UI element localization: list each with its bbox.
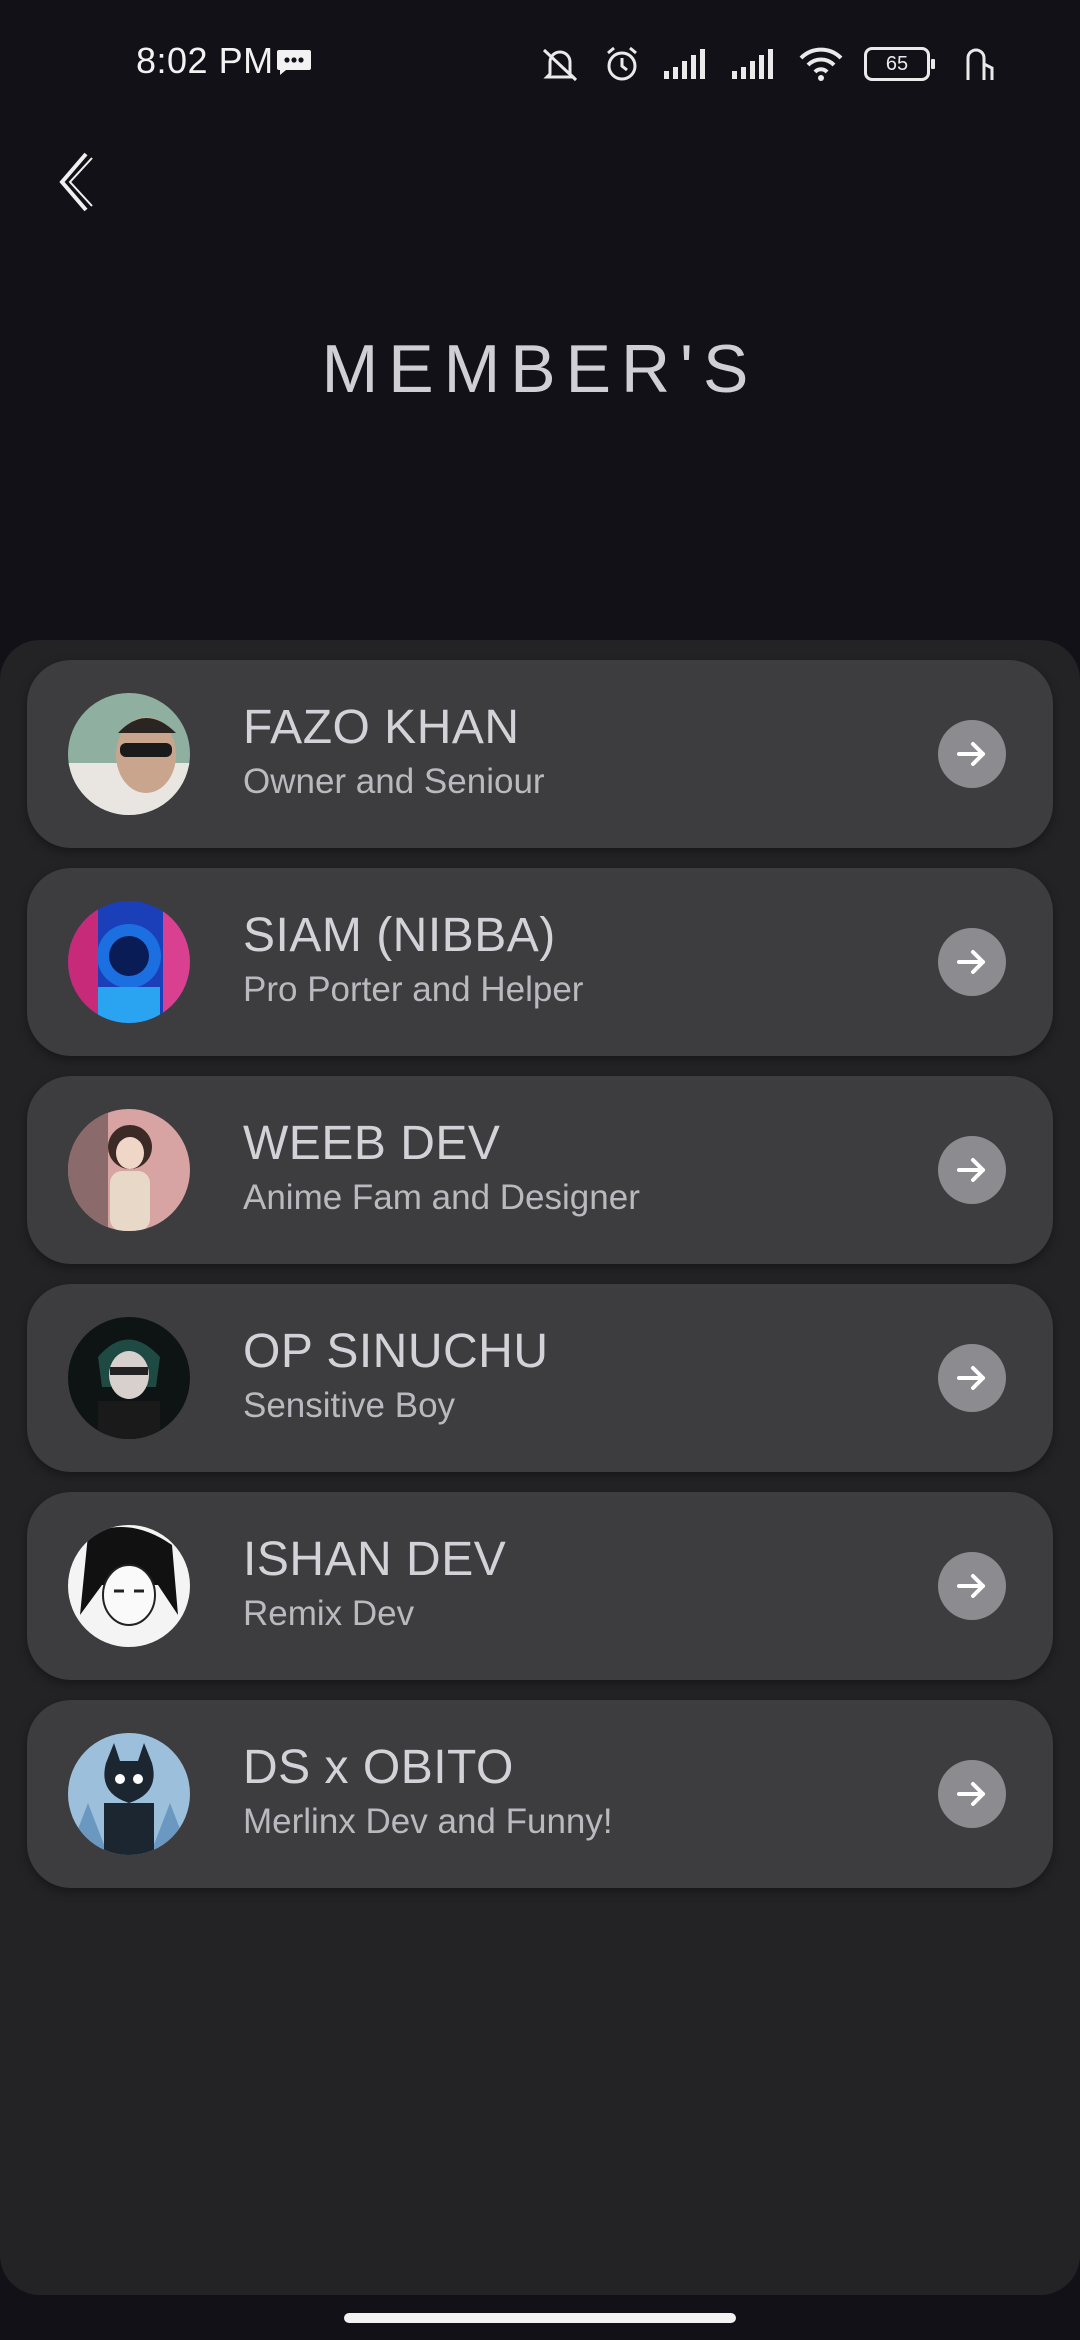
signal-icon <box>732 49 773 79</box>
member-name: OP SINUCHU <box>243 1325 549 1378</box>
open-member-button[interactable] <box>938 1552 1006 1620</box>
home-indicator[interactable] <box>344 2313 736 2323</box>
open-member-button[interactable] <box>938 1344 1006 1412</box>
battery-level: 65 <box>885 52 909 75</box>
avatar <box>68 1733 190 1855</box>
arrow-right-icon <box>957 950 985 974</box>
member-role: Pro Porter and Helper <box>243 970 584 1009</box>
open-member-button[interactable] <box>938 720 1006 788</box>
member-role: Sensitive Boy <box>243 1386 456 1425</box>
arrow-right-icon <box>957 1366 985 1390</box>
member-role: Anime Fam and Designer <box>243 1178 640 1217</box>
avatar <box>68 1317 190 1439</box>
status-time: 8:02 PM <box>136 40 274 81</box>
member-card[interactable]: SIAM (NIBBA) Pro Porter and Helper <box>27 868 1053 1056</box>
avatar <box>68 693 190 815</box>
status-icons: 65 <box>538 40 1000 88</box>
member-name: DS x OBITO <box>243 1741 514 1794</box>
member-name: ISHAN DEV <box>243 1533 507 1586</box>
avatar <box>68 1525 190 1647</box>
open-member-button[interactable] <box>938 1760 1006 1828</box>
member-card[interactable]: DS x OBITO Merlinx Dev and Funny! <box>27 1700 1053 1888</box>
status-bar: 8:02 PM 65 <box>0 0 1080 120</box>
arrow-right-icon <box>957 742 985 766</box>
member-role: Owner and Seniour <box>243 762 545 801</box>
member-role: Merlinx Dev and Funny! <box>243 1802 613 1841</box>
alarm-icon <box>607 46 637 81</box>
message-icon <box>277 50 311 75</box>
member-card[interactable]: FAZO KHAN Owner and Seniour <box>27 660 1053 848</box>
silent-icon <box>542 48 578 82</box>
back-button[interactable] <box>56 150 106 214</box>
avatar <box>68 1109 190 1231</box>
avatar <box>68 901 190 1023</box>
wifi-icon <box>799 47 843 81</box>
arrow-right-icon <box>957 1574 985 1598</box>
member-card[interactable]: WEEB DEV Anime Fam and Designer <box>27 1076 1053 1264</box>
member-name: SIAM (NIBBA) <box>243 909 556 962</box>
arrow-right-icon <box>957 1782 985 1806</box>
open-member-button[interactable] <box>938 1136 1006 1204</box>
members-sheet: FAZO KHAN Owner and Seniour SIAM (NIBBA)… <box>0 640 1080 2295</box>
member-name: WEEB DEV <box>243 1117 501 1170</box>
battery-icon: 65 <box>864 47 935 81</box>
member-card[interactable]: ISHAN DEV Remix Dev <box>27 1492 1053 1680</box>
open-member-button[interactable] <box>938 928 1006 996</box>
arrow-right-icon <box>957 1158 985 1182</box>
signal-icon <box>664 49 705 79</box>
gesture-icon <box>966 48 994 80</box>
member-card[interactable]: OP SINUCHU Sensitive Boy <box>27 1284 1053 1472</box>
member-name: FAZO KHAN <box>243 701 520 754</box>
member-role: Remix Dev <box>243 1594 415 1633</box>
chevron-left-icon <box>59 152 93 212</box>
page-title: MEMBER'S <box>321 331 759 407</box>
